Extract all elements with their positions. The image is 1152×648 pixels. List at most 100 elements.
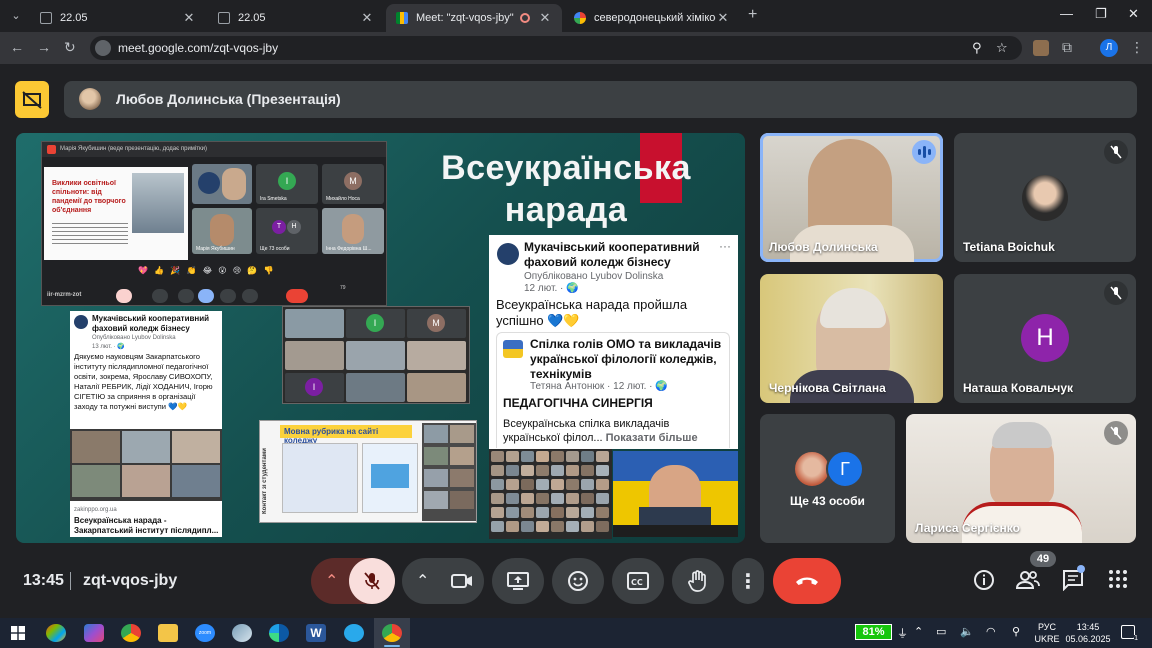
mini-slide-photo xyxy=(132,173,184,233)
chat-button[interactable] xyxy=(1062,569,1084,596)
battery-indicator[interactable]: 81% xyxy=(855,624,892,640)
url-field[interactable]: meet.google.com/zqt-vqos-jby ⚲ ☆ xyxy=(90,36,1022,60)
chrome-taskbar-icon[interactable] xyxy=(121,624,141,642)
info-icon xyxy=(974,570,994,590)
tab-title: северодонецький хіміко-механ xyxy=(594,12,716,24)
mini-mic-button xyxy=(116,289,132,303)
maximize-icon[interactable]: ❐ xyxy=(1095,6,1107,22)
chat-notification-dot xyxy=(1077,565,1085,573)
word-taskbar-icon[interactable]: W xyxy=(306,624,326,642)
svg-text:CC: CC xyxy=(631,578,643,587)
reload-icon[interactable]: ↻ xyxy=(64,39,76,56)
extension-icon[interactable] xyxy=(1033,40,1049,56)
tv-broadcast-photo xyxy=(613,451,738,537)
app-taskbar-icon[interactable] xyxy=(46,624,66,642)
show-hidden-icons-icon[interactable]: ⌃ xyxy=(914,625,923,638)
post-org: Мукачівський кооперативний фаховий колед… xyxy=(92,314,210,333)
edge-taskbar-icon[interactable] xyxy=(269,624,289,642)
mic-toggle-button[interactable] xyxy=(349,558,395,604)
volume-icon[interactable]: 🔈 xyxy=(960,625,974,638)
profile-avatar[interactable]: Л xyxy=(1100,39,1118,57)
telegram-taskbar-icon[interactable] xyxy=(344,624,364,642)
close-tab-icon[interactable]: ✕ xyxy=(716,10,730,26)
extensions-icon[interactable]: ⧉ xyxy=(1062,39,1072,56)
participant-tile-speaker[interactable]: Любов Долинська xyxy=(760,133,943,262)
keyboard-layout: UKRE xyxy=(1034,634,1060,644)
post-org: Мукачівський кооперативний фаховий колед… xyxy=(524,240,700,269)
notifications-icon[interactable]: 1 xyxy=(1121,625,1138,642)
more-participants-tile[interactable]: Г Ще 43 особи xyxy=(760,414,895,543)
activities-button[interactable] xyxy=(1108,569,1128,594)
mini-cam-button xyxy=(152,289,168,303)
wifi-icon[interactable]: ◠ xyxy=(986,625,996,638)
bookmark-star-icon[interactable]: ☆ xyxy=(996,40,1008,56)
zoom-taskbar-icon[interactable]: zoom xyxy=(195,624,215,642)
mini-avatar: T xyxy=(272,220,286,234)
presentation-stage: Всеукраїнська нарада Марія Якубишин (вед… xyxy=(16,133,745,543)
mic-off-icon xyxy=(1104,281,1128,305)
participant-name: Tetiana Boichuk xyxy=(963,240,1055,254)
more-options-icon: ⋮ xyxy=(738,570,758,593)
mini-slide-text xyxy=(52,223,128,245)
participant-name: Любов Долинська xyxy=(769,240,878,254)
new-tab-icon[interactable]: + xyxy=(748,6,757,24)
meet-screenshot: Марія Якубишин (веде презентацію, додає … xyxy=(41,141,387,306)
close-window-icon[interactable]: ✕ xyxy=(1128,6,1139,22)
zoom-icon[interactable]: ⚲ xyxy=(972,40,982,56)
close-tab-icon[interactable]: ✕ xyxy=(182,10,196,26)
windows-start-icon[interactable] xyxy=(11,626,25,645)
mini-tile: Марія Якубишин xyxy=(192,208,252,254)
mic-off-icon xyxy=(364,572,380,590)
tab-title: 22.05 xyxy=(60,12,88,24)
captions-button[interactable]: CC xyxy=(612,558,664,604)
copilot-taskbar-icon[interactable] xyxy=(84,624,104,642)
meeting-clock: 13:45 xyxy=(23,572,64,589)
tab-search-icon[interactable]: ⌄ xyxy=(6,6,26,26)
minimize-icon[interactable]: — xyxy=(1060,6,1073,21)
browser-menu-icon[interactable]: ⋮ xyxy=(1130,39,1144,56)
file-explorer-icon[interactable] xyxy=(158,624,178,642)
browser-tab-1[interactable]: 22.05 ✕ xyxy=(30,4,206,32)
chevron-up-icon[interactable]: ⌃ xyxy=(325,571,338,591)
mini-endcall-button xyxy=(286,289,308,303)
close-tab-icon[interactable]: ✕ xyxy=(360,10,374,26)
more-options-button[interactable]: ⋮ xyxy=(732,558,764,604)
mini-tile-label: Михайло Носа xyxy=(326,196,360,202)
page-icon xyxy=(40,12,52,24)
mini-tile: I Ira Smetska xyxy=(256,164,318,204)
meeting-info-button[interactable] xyxy=(973,569,995,596)
shared-heading: ПЕДАГОГІЧНА СИНЕРГІЯ xyxy=(503,396,653,410)
participant-tile[interactable]: Лариса Сергієнко xyxy=(906,414,1136,543)
system-clock[interactable]: 13:45 05.06.2025 xyxy=(1062,621,1114,645)
vpn-icon[interactable]: ⚲ xyxy=(1012,625,1020,638)
emoji-button[interactable] xyxy=(552,558,604,604)
battery-tray-icon[interactable]: ▭ xyxy=(936,625,946,638)
app-taskbar-icon[interactable] xyxy=(232,624,252,642)
participant-tile[interactable]: Чернікова Світлана xyxy=(760,274,943,403)
presenter-avatar xyxy=(79,88,101,110)
chevron-up-icon[interactable]: ⌃ xyxy=(416,571,429,591)
raise-hand-button[interactable] xyxy=(672,558,724,604)
back-icon[interactable]: ← xyxy=(10,39,24,55)
browser-tab-meet[interactable]: Meet: "zqt-vqos-jby" ✕ xyxy=(386,4,562,32)
mini-avatar: I xyxy=(278,172,296,190)
present-screen-button[interactable] xyxy=(492,558,544,604)
participant-tile[interactable]: H Наташа Ковальчук xyxy=(954,274,1136,403)
input-language[interactable]: РУС UKRE xyxy=(1032,621,1062,645)
people-button[interactable] xyxy=(1015,569,1040,596)
rubric-title: Мовна рубрика на сайті коледжу xyxy=(280,425,412,445)
chrome-active-taskbar-icon[interactable] xyxy=(382,624,402,642)
participant-tile[interactable]: Tetiana Boichuk xyxy=(954,133,1136,262)
forward-icon[interactable]: → xyxy=(37,39,51,55)
camera-toggle-button[interactable] xyxy=(440,558,484,604)
end-call-button[interactable] xyxy=(773,558,841,604)
facebook-post-left: Мукачівський кооперативний фаховий колед… xyxy=(70,311,222,537)
browser-tab-2[interactable]: 22.05 ✕ xyxy=(208,4,384,32)
language-rubric-screenshot: Мовна рубрика на сайті коледжу Контакт з… xyxy=(259,420,477,523)
post-more-icon: ··· xyxy=(719,239,731,253)
close-tab-icon[interactable]: ✕ xyxy=(538,10,552,26)
stop-presenting-button[interactable] xyxy=(15,81,49,118)
link-title: Всеукраїнська нарада - Закарпатський інс… xyxy=(74,516,219,535)
site-info-icon[interactable] xyxy=(95,40,111,56)
browser-tab-4[interactable]: северодонецький хіміко-механ ✕ xyxy=(564,4,740,32)
